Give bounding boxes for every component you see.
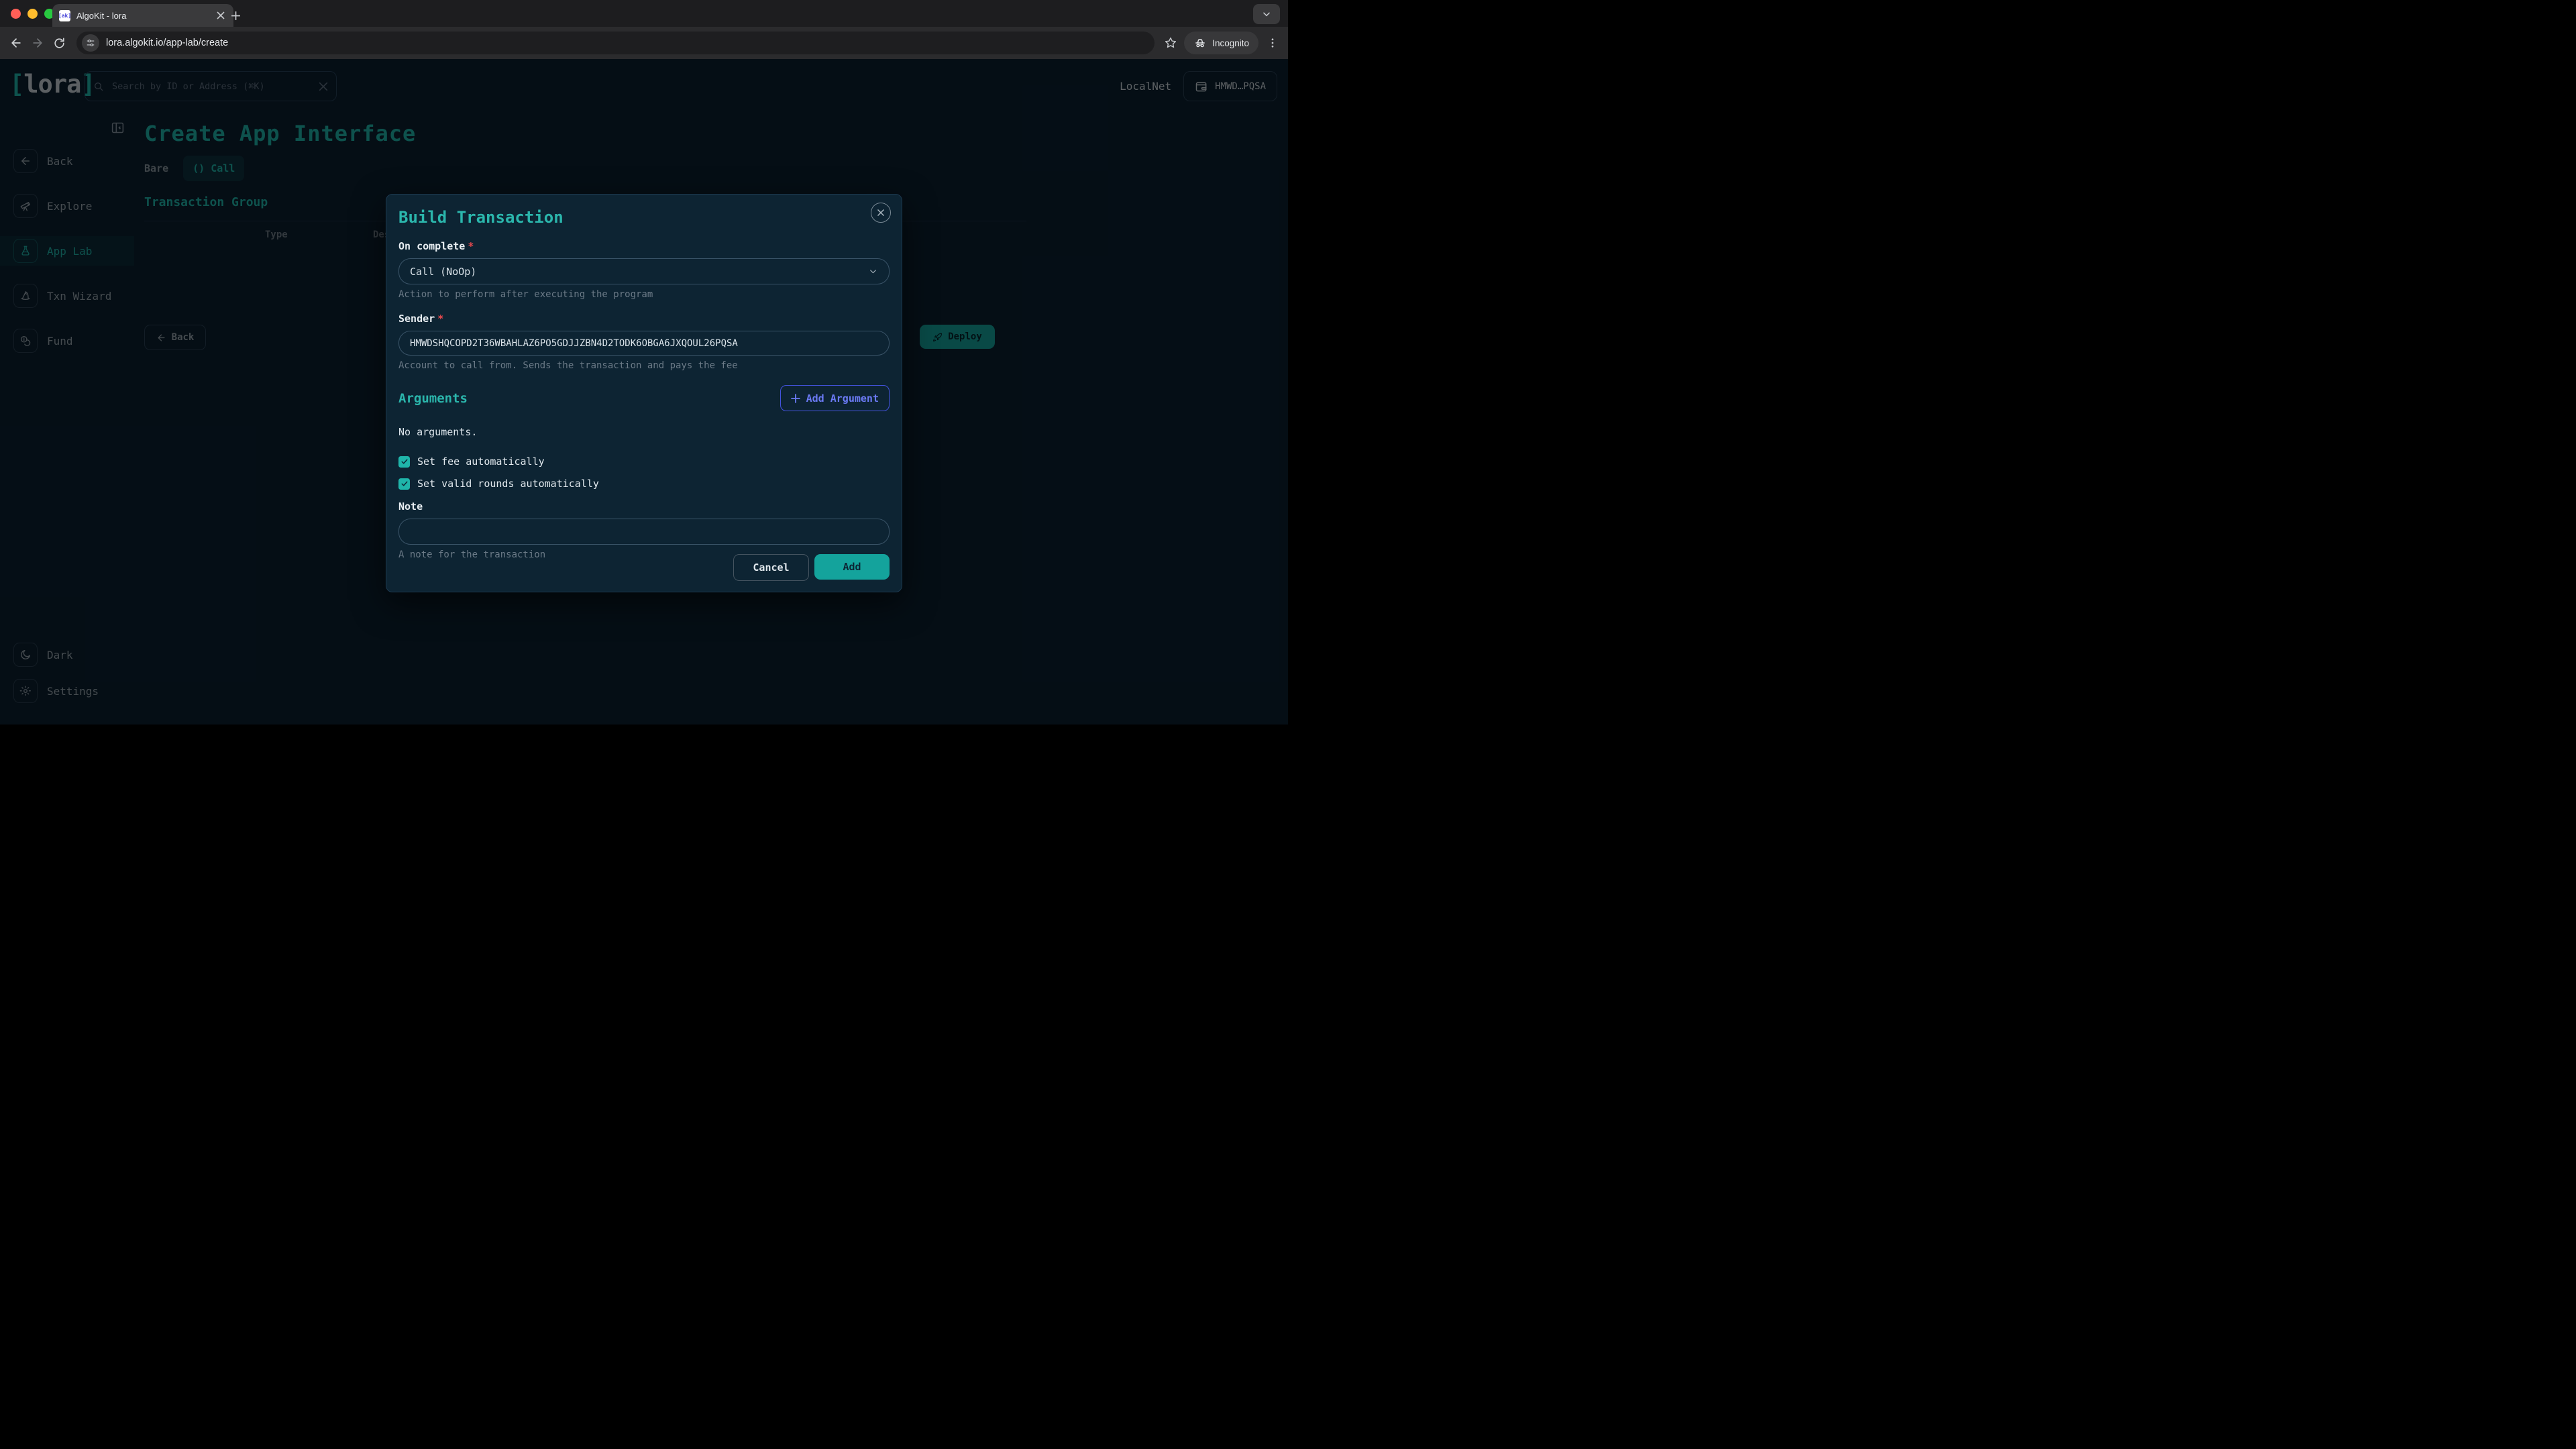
cancel-button[interactable]: Cancel	[733, 554, 809, 581]
set-valid-rounds-checkbox-row: Set valid rounds automatically	[398, 478, 890, 490]
check-icon	[400, 458, 409, 466]
add-argument-label: Add Argument	[806, 392, 879, 405]
site-settings-icon[interactable]	[82, 34, 99, 52]
dialog-close-icon[interactable]	[871, 203, 891, 223]
tab-strip: [ak] AlgoKit - lora	[0, 0, 1288, 27]
arguments-section-title: Arguments	[398, 391, 468, 406]
note-label: Note	[398, 500, 890, 513]
browser-back-icon[interactable]	[5, 32, 27, 54]
browser-toolbar: lora.algokit.io/app-lab/create Incognito	[0, 27, 1288, 59]
incognito-icon	[1193, 36, 1207, 50]
sender-label: Sender*	[398, 313, 890, 325]
sender-input[interactable]	[398, 331, 890, 356]
build-transaction-dialog: Build Transaction On complete* Call (NoO…	[386, 194, 902, 592]
tab-search-chevron-icon[interactable]	[1253, 4, 1280, 24]
url-text: lora.algokit.io/app-lab/create	[106, 38, 228, 48]
browser-reload-icon[interactable]	[48, 32, 70, 54]
add-argument-button[interactable]: Add Argument	[780, 385, 890, 411]
tab-close-icon[interactable]	[215, 9, 227, 21]
set-fee-checkbox-row: Set fee automatically	[398, 455, 890, 468]
incognito-label: Incognito	[1212, 38, 1249, 48]
on-complete-select[interactable]: Call (NoOp)	[398, 258, 890, 284]
window-controls	[11, 9, 54, 19]
no-arguments-text: No arguments.	[398, 426, 890, 438]
browser-forward-icon[interactable]	[27, 32, 48, 54]
dialog-title: Build Transaction	[398, 208, 890, 227]
new-tab-button[interactable]	[227, 7, 244, 24]
url-bar[interactable]: lora.algokit.io/app-lab/create	[76, 32, 1155, 54]
on-complete-helper: Action to perform after executing the pr…	[398, 289, 890, 300]
set-valid-rounds-checkbox[interactable]	[398, 478, 410, 490]
incognito-badge: Incognito	[1184, 32, 1258, 54]
bookmark-star-icon[interactable]	[1164, 36, 1177, 50]
add-button[interactable]: Add	[814, 554, 890, 580]
set-valid-rounds-label[interactable]: Set valid rounds automatically	[417, 478, 599, 490]
browser-window: [ak] AlgoKit - lora lora.algokit.io/a	[0, 0, 1288, 724]
sender-helper: Account to call from. Sends the transact…	[398, 360, 890, 371]
plus-icon	[791, 394, 800, 403]
set-fee-label[interactable]: Set fee automatically	[417, 455, 545, 468]
on-complete-value: Call (NoOp)	[410, 266, 476, 278]
tab-favicon: [ak]	[59, 10, 70, 21]
note-input[interactable]	[398, 519, 890, 545]
tab-title: AlgoKit - lora	[76, 11, 209, 21]
browser-menu-icon[interactable]	[1267, 37, 1279, 49]
window-close-button[interactable]	[11, 9, 21, 19]
set-fee-checkbox[interactable]	[398, 456, 410, 468]
lora-app: [lora] LocalNet HMWD…PQSA	[0, 59, 1288, 724]
browser-tab[interactable]: [ak] AlgoKit - lora	[52, 4, 233, 27]
on-complete-label: On complete*	[398, 240, 890, 252]
check-icon	[400, 480, 409, 488]
chevron-down-icon	[868, 266, 878, 276]
required-asterisk: *	[468, 240, 474, 252]
window-minimize-button[interactable]	[28, 9, 38, 19]
required-asterisk: *	[437, 313, 443, 325]
